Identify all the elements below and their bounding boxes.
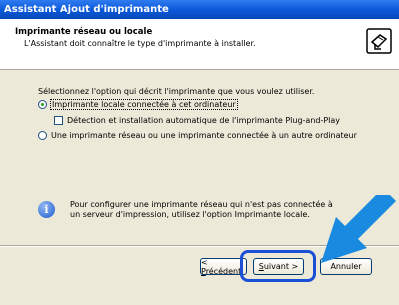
info-text: Pour configurer une imprimante réseau qu… <box>70 200 333 219</box>
wizard-header: Imprimante réseau ou locale L'Assistant … <box>0 19 399 70</box>
local-printer-option[interactable]: Imprimante locale connectée à cet ordina… <box>38 99 238 110</box>
network-printer-radio[interactable] <box>38 131 47 140</box>
header-subtitle: L'Assistant doit connaître le type d'imp… <box>24 39 256 48</box>
pnp-detection-label: Détection et installation automatique de… <box>67 116 341 125</box>
add-printer-wizard-window: Assistant Ajout d'imprimante Imprimante … <box>0 0 399 305</box>
pnp-detection-option[interactable]: Détection et installation automatique de… <box>54 116 340 125</box>
info-icon: i <box>38 201 55 218</box>
intro-text: Sélectionnez l'option qui décrit l'impri… <box>38 87 315 96</box>
network-printer-option[interactable]: Une imprimante réseau ou une imprimante … <box>38 131 357 140</box>
network-printer-label: Une imprimante réseau ou une imprimante … <box>51 131 357 140</box>
window-title: Assistant Ajout d'imprimante <box>4 4 169 15</box>
pnp-detection-checkbox[interactable] <box>54 116 63 125</box>
next-button-highlight <box>240 250 316 282</box>
local-printer-radio[interactable] <box>38 100 47 109</box>
local-printer-label: Imprimante locale connectée à cet ordina… <box>50 99 238 110</box>
pointer-arrow-icon <box>321 195 396 263</box>
header-title: Imprimante réseau ou locale <box>15 27 153 37</box>
printer-icon <box>366 28 392 54</box>
window-title-bar[interactable]: Assistant Ajout d'imprimante <box>0 0 399 19</box>
